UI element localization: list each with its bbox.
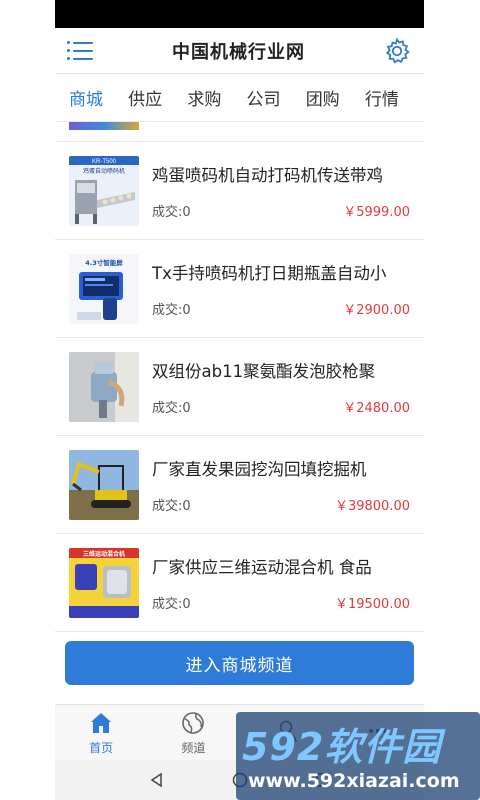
- product-thumbnail: [69, 352, 139, 422]
- globe-icon: [182, 711, 205, 734]
- app-header: 中国机械行业网: [55, 28, 424, 74]
- product-thumbnail: KR-T500 鸡蛋自动喷码机: [69, 156, 139, 226]
- tab-market[interactable]: 行情: [365, 85, 424, 110]
- nav-channel[interactable]: 频道: [147, 705, 239, 760]
- list-item[interactable]: KR-T500 鸡蛋自动喷码机 鸡蛋喷码机自动打码机传送带鸡 成交:0 ￥599…: [55, 142, 424, 240]
- category-tabs: 商城 供应 求购 公司 团购 行情: [55, 74, 424, 122]
- gear-icon[interactable]: [382, 36, 412, 66]
- tab-company[interactable]: 公司: [247, 85, 306, 110]
- tab-supply[interactable]: 供应: [128, 85, 187, 110]
- thumb-label: 鸡蛋自动喷码机: [83, 167, 125, 175]
- tab-group-buy[interactable]: 团购: [306, 85, 365, 110]
- thumb-label: 三维运动混合机: [83, 550, 125, 558]
- product-price: ￥19500.00: [334, 597, 410, 612]
- thumb-label: KR-T500: [92, 159, 117, 165]
- app-screen: 中国机械行业网 商城 供应 求购 公司 团购 行情 KR-T500 鸡蛋自动喷码…: [55, 0, 424, 800]
- product-price: ￥2900.00: [343, 303, 410, 318]
- product-name: Tx手持喷码机打日期瓶盖自动小: [152, 264, 387, 283]
- product-price: ￥39800.00: [334, 499, 410, 514]
- nav-label: 频道: [181, 740, 206, 755]
- watermark-url: www.592xiazai.com: [248, 770, 460, 792]
- deal-count: 成交:0: [152, 597, 191, 612]
- nav-home[interactable]: 首页: [55, 705, 147, 760]
- thumb-label: 4.3寸智能屏: [85, 258, 123, 267]
- list-item[interactable]: 双组份ab11聚氨酯发泡胶枪聚 成交:0 ￥2480.00: [55, 338, 424, 436]
- menu-icon: [67, 40, 93, 44]
- status-bar: [55, 0, 424, 28]
- tab-mall[interactable]: 商城: [69, 85, 128, 110]
- frame-right: [424, 0, 480, 800]
- product-list: KR-T500 鸡蛋自动喷码机 鸡蛋喷码机自动打码机传送带鸡 成交:0 ￥599…: [55, 122, 424, 632]
- product-thumbnail: 4.3寸智能屏: [69, 254, 139, 324]
- product-price: ￥5999.00: [343, 205, 410, 220]
- product-thumbnail: 三维运动混合机: [69, 548, 139, 618]
- frame-left: [0, 0, 55, 800]
- product-name: 双组份ab11聚氨酯发泡胶枪聚: [152, 362, 376, 381]
- menu-button[interactable]: [67, 37, 95, 65]
- page-title: 中国机械行业网: [172, 41, 305, 63]
- product-name: 厂家直发果园挖沟回填挖掘机: [152, 460, 367, 479]
- product-thumbnail: [69, 450, 139, 520]
- menu-icon-bar: [67, 56, 93, 60]
- tab-purchase[interactable]: 求购: [187, 85, 246, 110]
- product-name: 鸡蛋喷码机自动打码机传送带鸡: [152, 166, 383, 185]
- enter-mall-button[interactable]: 进入商城频道: [65, 641, 414, 685]
- home-icon: [91, 712, 112, 733]
- product-price: ￥2480.00: [343, 401, 410, 416]
- deal-count: 成交:0: [152, 303, 191, 318]
- watermark: 592软件园 www.592xiazai.com: [236, 712, 480, 800]
- product-name: 厂家供应三维运动混合机 食品: [152, 558, 372, 577]
- product-thumbnail: [69, 122, 139, 130]
- list-item[interactable]: 三维运动混合机 厂家供应三维运动混合机 食品 成交:0 ￥19500.00: [55, 534, 424, 632]
- deal-count: 成交:0: [152, 205, 191, 220]
- back-icon[interactable]: [148, 771, 166, 789]
- nav-label: 首页: [89, 740, 114, 755]
- deal-count: 成交:0: [152, 499, 191, 514]
- list-item[interactable]: 4.3寸智能屏 Tx手持喷码机打日期瓶盖自动小 成交:0 ￥2900.00: [55, 240, 424, 338]
- menu-icon-bar: [67, 48, 93, 52]
- watermark-logo: 592软件园: [242, 725, 442, 769]
- deal-count: 成交:0: [152, 401, 191, 416]
- list-item[interactable]: 厂家直发果园挖沟回填挖掘机 成交:0 ￥39800.00: [55, 436, 424, 534]
- list-item-clipped[interactable]: [55, 122, 424, 142]
